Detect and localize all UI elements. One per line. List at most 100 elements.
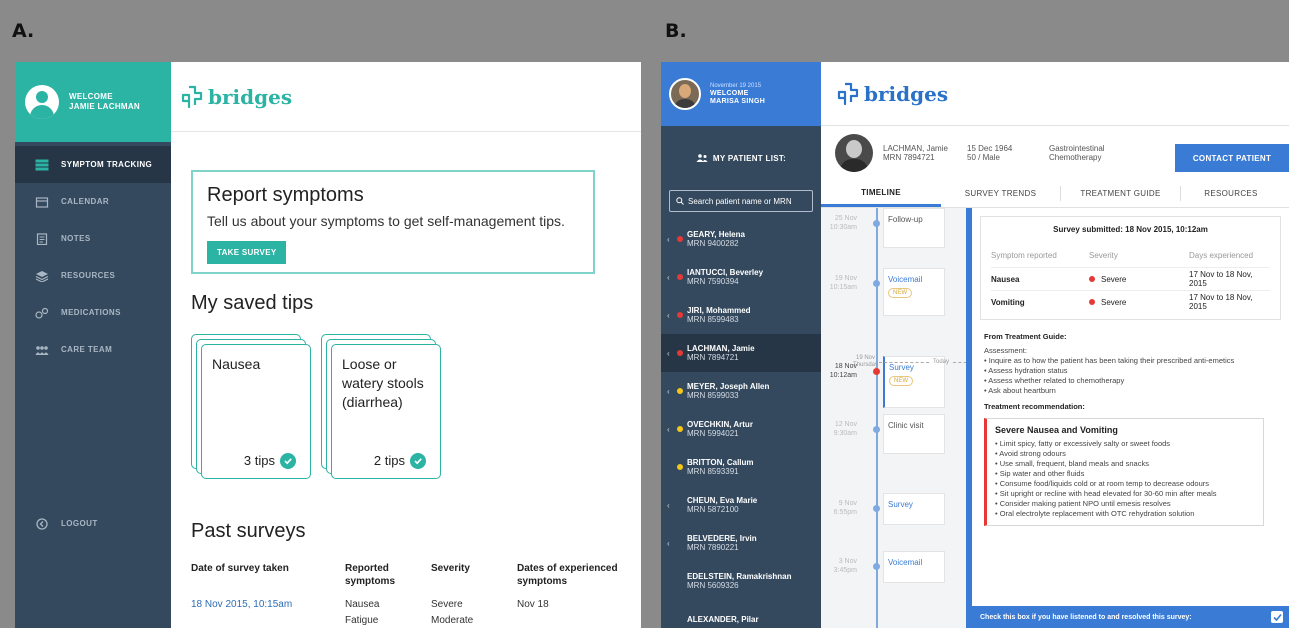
timeline-event-card[interactable]: Clinic visit: [883, 414, 945, 454]
timeline-time: 3:45pm: [833, 567, 857, 574]
patient-list-item[interactable]: ALEXANDER, Pilar: [661, 600, 821, 628]
sidebar-item-calendar[interactable]: CALENDAR: [15, 183, 171, 220]
timeline-event-label: Voicemail: [888, 275, 923, 284]
patient-list-item[interactable]: ‹ GEARY, Helena MRN 9400282: [661, 220, 821, 258]
patient-name: EDELSTEIN, Ramakrishnan: [687, 572, 792, 581]
sidebar-nav: SYMPTOM TRACKING CALENDAR NOTES RESOURCES ME…: [15, 146, 171, 368]
survey-column-header: Symptom reported: [991, 251, 1057, 260]
recommendation-item: • Consume food/liquids cold or at room t…: [995, 479, 1209, 488]
patient-list-item[interactable]: EDELSTEIN, Ramakrishnan MRN 5609326: [661, 562, 821, 600]
patient-list-item[interactable]: ‹ MEYER, Joseph Allen MRN 8599033: [661, 372, 821, 410]
treatment-guide: From Treatment Guide: Assessment: • Inqu…: [980, 328, 1281, 530]
tab-resources[interactable]: RESOURCES: [1181, 186, 1281, 201]
survey-row: Vomiting Severe 17 Nov to 18 Nov, 2015: [991, 290, 1270, 313]
status-dot: [677, 464, 683, 470]
tab-survey-trends[interactable]: SURVEY TRENDS: [941, 186, 1061, 201]
timeline-event-card[interactable]: Follow-up: [883, 208, 945, 248]
patient-mrn: MRN 7894721: [883, 153, 935, 162]
contact-patient-button[interactable]: CONTACT PATIENT: [1175, 144, 1289, 172]
saved-tip-card[interactable]: Nausea 3 tips: [191, 334, 313, 494]
timeline-time: 10:30am: [829, 224, 857, 231]
recommendation-item: • Sit upright or recline with head eleva…: [995, 489, 1217, 498]
timeline-event-label: Voicemail: [888, 558, 923, 567]
timeline-time: 9:30am: [833, 430, 857, 437]
assessment-item: • Inquire as to how the patient has been…: [984, 356, 1235, 365]
patient-name: ALEXANDER, Pilar: [687, 614, 759, 624]
patient-text: ALEXANDER, Pilar: [687, 615, 759, 624]
take-survey-button[interactable]: TAKE SURVEY: [207, 241, 287, 264]
column-header: Reported symptoms: [345, 563, 396, 587]
saved-tip-card[interactable]: Loose or watery stools (diarrhea) 2 tips: [321, 334, 443, 494]
logout-label: LOGOUT: [61, 519, 98, 528]
phone-icon: ‹: [667, 234, 670, 244]
phone-icon: ‹: [667, 424, 670, 434]
symptom-name: Vomiting: [991, 297, 1025, 307]
timeline-event-card[interactable]: Voicemail: [883, 551, 945, 583]
timeline-timestamp: 12 Nov 9:30am: [821, 420, 857, 438]
resolve-label: Check this box if you have listened to a…: [980, 613, 1192, 621]
days-experienced: 17 Nov to 18 Nov, 2015: [1189, 270, 1253, 288]
tip-card-front: Nausea 3 tips: [201, 344, 311, 479]
patient-mrn: MRN 5994021: [687, 429, 739, 438]
timeline-date: 3 Nov: [838, 558, 857, 565]
logout-button[interactable]: LOGOUT: [15, 505, 171, 542]
clinician-app-panel: November 19 2015 WELCOME MARISA SINGH MY…: [661, 62, 1289, 628]
guide-title: From Treatment Guide:: [984, 332, 1067, 341]
sidebar-item-medications[interactable]: MEDICATIONS: [15, 294, 171, 331]
survey-column-header: Severity: [1089, 251, 1118, 260]
tip-count-label: 3 tips: [243, 453, 275, 468]
patient-mrn: MRN 7890221: [687, 543, 739, 552]
recommendation-item: • Use small, frequent, bland meals and s…: [995, 459, 1149, 468]
calendar-icon: [35, 196, 49, 208]
sidebar-item-label: CALENDAR: [61, 197, 110, 206]
timeline-body: 25 Nov 10:30am Follow-up 19 Nov 10:15am Voice…: [821, 208, 1289, 628]
logout-icon: [35, 517, 49, 530]
patient-list-item[interactable]: BRITTON, Callum MRN 8593391: [661, 448, 821, 486]
past-surveys-title: Past surveys: [191, 520, 306, 542]
sidebar-item-symptom-tracking[interactable]: SYMPTOM TRACKING: [15, 146, 171, 183]
report-title: Report symptoms: [207, 184, 364, 206]
app-header: bridges: [821, 62, 1289, 126]
patient-name: LACHMAN, Jamie: [687, 344, 755, 353]
patient-text: IANTUCCI, Beverley MRN 7590394: [687, 268, 763, 286]
tab-treatment-guide[interactable]: TREATMENT GUIDE: [1061, 186, 1181, 201]
patient-name: BELVEDERE, Irvin: [687, 534, 757, 543]
patient-dob: 15 Dec 1964: [967, 144, 1013, 153]
patient-list-item[interactable]: ‹ OVECHKIN, Artur MRN 5994021: [661, 410, 821, 448]
pills-icon: [35, 307, 49, 319]
tab-timeline[interactable]: TIMELINE: [821, 180, 941, 207]
tip-name: Loose or watery stools (diarrhea): [342, 356, 424, 410]
current-date: November 19 2015: [710, 83, 762, 89]
clinician-sidebar: November 19 2015 WELCOME MARISA SINGH MY…: [661, 62, 821, 628]
patient-mrn: MRN 8599033: [687, 391, 739, 400]
severity-label: Severe: [1101, 274, 1127, 284]
severity-label: Severe: [1101, 297, 1127, 307]
patient-list-item[interactable]: ‹ LACHMAN, Jamie MRN 7894721: [661, 334, 821, 372]
patient-list-item[interactable]: ‹ IANTUCCI, Beverley MRN 7590394: [661, 258, 821, 296]
tip-count: 3 tips: [244, 451, 296, 470]
patient-list-item[interactable]: ‹ CHEUN, Eva Marie MRN 5872100: [661, 486, 821, 524]
patient-list-item[interactable]: ‹ JIRI, Mohammed MRN 8599483: [661, 296, 821, 334]
survey-column-header: Days experienced: [1189, 251, 1254, 260]
patient-mrn: MRN 5872100: [687, 505, 739, 514]
resolve-checkbox[interactable]: [1271, 611, 1283, 623]
sidebar-item-resources[interactable]: RESOURCES: [15, 257, 171, 294]
patient-mrn: MRN 7590394: [687, 277, 739, 286]
timeline-event-card[interactable]: Survey: [883, 493, 945, 525]
patient-name: LACHMAN, Jamie: [883, 144, 948, 153]
welcome-label: WELCOME: [710, 90, 749, 97]
timeline-event-card[interactable]: Voicemail NEW: [883, 268, 945, 316]
patient-search-input[interactable]: Search patient name or MRN: [669, 190, 813, 212]
patient-text: JIRI, Mohammed MRN 8599483: [687, 306, 751, 324]
survey-date-link[interactable]: 18 Nov 2015, 10:15am: [191, 598, 345, 612]
patient-list-item[interactable]: ‹ BELVEDERE, Irvin MRN 7890221: [661, 524, 821, 562]
recommendation-item: • Consider making patient NPO until emes…: [995, 499, 1171, 508]
search-placeholder: Search patient name or MRN: [688, 196, 792, 206]
timeline-date: 9 Nov: [838, 500, 857, 507]
tip-card-front: Loose or watery stools (diarrhea) 2 tips: [331, 344, 441, 479]
patient-treatment: Chemotherapy: [1049, 153, 1102, 162]
sidebar-item-care-team[interactable]: CARE TEAM: [15, 331, 171, 368]
sidebar-item-notes[interactable]: NOTES: [15, 220, 171, 257]
